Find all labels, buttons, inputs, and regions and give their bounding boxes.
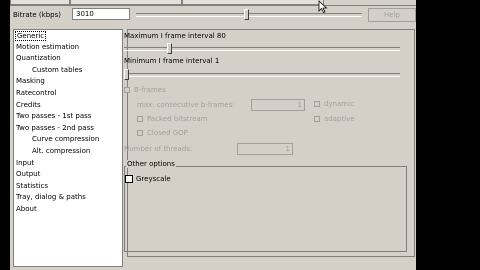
- mouse-cursor-icon: [318, 0, 328, 14]
- min-iframe-label: Minimum I frame interval 1: [124, 57, 220, 65]
- threads-spinbox[interactable]: 1: [237, 143, 293, 155]
- max-iframe-slider-thumb[interactable]: [167, 43, 173, 54]
- tree-item[interactable]: Input: [16, 159, 34, 167]
- top-tab-middle[interactable]: [70, 0, 182, 5]
- adaptive-label: adaptive: [324, 115, 355, 123]
- bitrate-label: Bitrate (kbps): [13, 11, 61, 19]
- tree-item[interactable]: Two passes - 2nd pass: [16, 124, 94, 132]
- max-iframe-label: Maximum I frame interval 80: [124, 32, 226, 40]
- help-button[interactable]: Help: [368, 8, 416, 22]
- tree-item[interactable]: Curve compression: [32, 135, 99, 143]
- greyscale-checkbox[interactable]: [125, 175, 133, 183]
- dynamic-checkbox[interactable]: [314, 101, 320, 107]
- max-consecutive-label: max. consecutive b-frames:: [137, 101, 235, 109]
- bitrate-slider-thumb[interactable]: [244, 9, 250, 20]
- threads-label: Number of threads:: [124, 145, 193, 153]
- tree-item[interactable]: Custom tables: [32, 66, 82, 74]
- top-tab-right[interactable]: [182, 0, 324, 5]
- tree-item[interactable]: Credits: [16, 101, 41, 109]
- bframes-checkbox[interactable]: [124, 87, 130, 93]
- tree-item[interactable]: Masking: [16, 77, 45, 85]
- other-options-title: Other options: [126, 160, 176, 168]
- min-iframe-slider-thumb[interactable]: [124, 69, 129, 80]
- packed-bitstream-checkbox[interactable]: [137, 116, 143, 122]
- settings-window: Bitrate (kbps) 3010 Help Generic Motion e…: [10, 0, 416, 270]
- dynamic-label: dynamic: [324, 100, 354, 108]
- tree-item[interactable]: Generic: [15, 31, 47, 41]
- greyscale-label: Greyscale: [136, 175, 171, 183]
- tree-item[interactable]: Quantization: [16, 54, 61, 62]
- max-consecutive-spinbox[interactable]: 1: [251, 99, 305, 111]
- min-iframe-slider-track[interactable]: [124, 73, 400, 77]
- closed-gop-checkbox[interactable]: [137, 130, 143, 136]
- packed-bitstream-label: Packed bitstream: [147, 115, 208, 123]
- tree-item[interactable]: Alt. compression: [32, 147, 90, 155]
- tree-item[interactable]: Statistics: [16, 182, 48, 190]
- tree-item[interactable]: Motion estimation: [16, 43, 79, 51]
- closed-gop-label: Closed GOP: [147, 129, 188, 137]
- settings-tree[interactable]: Generic Motion estimation Quantization Cust…: [13, 29, 123, 267]
- bitrate-input[interactable]: 3010: [72, 8, 130, 20]
- max-iframe-slider-track[interactable]: [124, 47, 400, 51]
- bframes-label: B-frames: [134, 86, 166, 94]
- tree-item[interactable]: About: [16, 205, 37, 213]
- tree-item[interactable]: Ratecontrol: [16, 89, 56, 97]
- top-strip: [10, 0, 416, 6]
- tree-item[interactable]: Two passes - 1st pass: [16, 112, 91, 120]
- adaptive-checkbox[interactable]: [314, 116, 320, 122]
- top-tab-left[interactable]: [10, 0, 70, 5]
- tree-item[interactable]: Output: [16, 170, 40, 178]
- tree-item[interactable]: Tray, dialog & paths: [16, 193, 86, 201]
